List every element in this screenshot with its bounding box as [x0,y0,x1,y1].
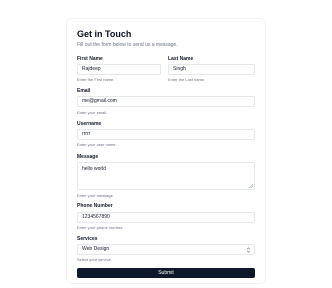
email-help: Enter your email. [77,110,108,115]
submit-button[interactable]: Submit [77,268,255,278]
email-input[interactable]: me@gmail.com [77,96,255,107]
first-name-input[interactable]: Rajdeep [77,64,161,75]
services-label: Services [77,236,98,242]
page: Get in Touch Fill out the form below to … [0,0,332,288]
services-help: Select your service. [77,257,112,262]
chevron-up-down-icon [246,247,251,253]
phone-label: Phone Number [77,203,113,209]
first-name-label: First Name [77,56,103,62]
first-name-help: Enter the First name. [77,77,115,82]
last-name-input[interactable]: Singh [168,64,255,75]
contact-form-card: Get in Touch Fill out the form below to … [66,18,266,284]
last-name-help: Enter the Last name. [168,77,206,82]
username-help: Enter your user name. [77,142,117,147]
email-label: Email [77,88,91,94]
message-help: Enter your message. [77,193,114,198]
resize-handle-icon[interactable] [249,184,253,188]
services-selected-value: Web Design [82,246,110,252]
message-text: hello world [82,166,106,172]
message-label: Message [77,154,99,160]
services-select[interactable]: Web Design [77,244,255,255]
form-title: Get in Touch [77,29,132,39]
username-input[interactable]: rrrrr [77,129,255,140]
message-textarea[interactable]: hello world [77,162,255,190]
phone-input[interactable]: 1234567890 [77,212,255,223]
form-subtitle: Fill out the form below to send us a mes… [77,42,178,48]
username-label: Username [77,121,102,127]
phone-help: Enter your phone number. [77,225,124,230]
last-name-label: Last Name [168,56,194,62]
